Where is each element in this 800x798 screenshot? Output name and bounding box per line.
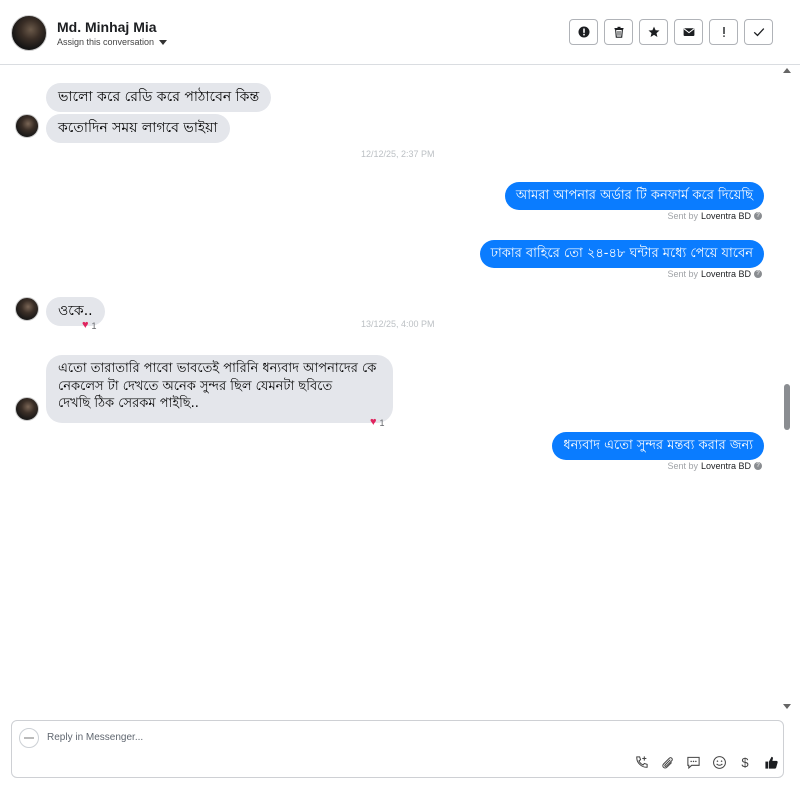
follow-up-button[interactable]: [709, 19, 738, 45]
message-line: এতো তারাতারি পাবো ভাবতেই পারিনি ধন্যবাদ …: [58, 361, 377, 376]
incoming-message: ভালো করে রেডি করে পাঠাবেন কিন্ত: [46, 83, 272, 112]
incoming-message-multiline: এতো তারাতারি পাবো ভাবতেই পারিনি ধন্যবাদ …: [46, 355, 393, 423]
message-thread: ভালো করে রেডি করে পাঠাবেন কিন্ত কতোদিন স…: [0, 66, 784, 486]
info-icon[interactable]: ?: [754, 270, 762, 278]
message-line: দেখছি ঠিক সেরকম পাইছি..: [58, 396, 199, 412]
composer-tools: $: [632, 753, 780, 771]
sender-name: Loventra BD: [700, 211, 751, 221]
outgoing-message: ঢাকার বাহিরে তো ২৪-৪৮ ঘন্টার মধ্যে পেয়ে…: [479, 240, 764, 268]
incoming-message: কতোদিন সময় লাগবে ভাইয়া: [46, 114, 230, 143]
sent-by-prefix: Sent by: [667, 269, 698, 279]
envelope-icon: [683, 28, 694, 36]
heart-icon: ♥: [82, 319, 89, 331]
payment-icon[interactable]: $: [736, 753, 754, 771]
scroll-down-arrow[interactable]: [783, 704, 791, 709]
delete-button[interactable]: [604, 19, 633, 45]
trash-icon: [614, 26, 623, 38]
assign-conversation-dropdown[interactable]: Assign this conversation: [57, 37, 168, 47]
message-reaction[interactable]: ♥ 1: [370, 417, 385, 428]
reply-composer[interactable]: Reply in Messenger... $: [11, 720, 784, 778]
star-button[interactable]: [639, 19, 668, 45]
checkmark-icon: [753, 28, 764, 37]
message-timestamp: 13/12/25, 4:00 PM: [361, 319, 435, 329]
outgoing-message: ধন্যবাদ এতো সুন্দর মন্তব্য করার জন্য: [552, 432, 764, 460]
sent-by-label: Sent by Loventra BD ?: [667, 269, 762, 279]
reaction-count: 1: [91, 320, 97, 331]
info-icon[interactable]: ?: [754, 212, 762, 220]
chevron-down-icon: [159, 39, 168, 45]
mark-unread-button[interactable]: [674, 19, 703, 45]
conversation-header: Md. Minhaj Mia Assign this conversation: [0, 0, 800, 65]
heart-icon: ♥: [370, 416, 377, 428]
exclamation-icon: [722, 27, 725, 37]
info-icon[interactable]: ?: [754, 462, 762, 470]
message-timestamp: 12/12/25, 2:37 PM: [361, 149, 435, 159]
scroll-thumb[interactable]: [784, 384, 790, 430]
sent-by-label: Sent by Loventra BD ?: [667, 211, 762, 221]
attachment-icon[interactable]: [658, 753, 676, 771]
contact-avatar-small: [15, 397, 39, 421]
saved-reply-icon[interactable]: [684, 753, 702, 771]
contact-avatar-small: [15, 114, 39, 138]
reaction-count: 1: [379, 417, 385, 428]
emoji-icon[interactable]: [710, 753, 728, 771]
mark-done-button[interactable]: [744, 19, 773, 45]
contact-name[interactable]: Md. Minhaj Mia: [57, 19, 157, 35]
conversation-actions: [569, 19, 773, 45]
contact-avatar[interactable]: [11, 15, 47, 51]
assign-label: Assign this conversation: [57, 37, 155, 47]
sender-name: Loventra BD: [700, 461, 751, 471]
sender-name: Loventra BD: [700, 269, 751, 279]
scroll-up-arrow[interactable]: [783, 68, 791, 73]
sent-by-prefix: Sent by: [667, 211, 698, 221]
outgoing-message: আমরা আপনার অর্ডার টি কনফার্ম করে দিয়েছি: [504, 182, 764, 210]
thread-scrollbar[interactable]: [782, 66, 792, 711]
reply-input[interactable]: Reply in Messenger...: [47, 732, 143, 743]
sent-by-label: Sent by Loventra BD ?: [667, 461, 762, 471]
contact-avatar-small: [15, 297, 39, 321]
star-icon: [648, 26, 659, 37]
page-logo: [19, 728, 39, 748]
spam-button[interactable]: [569, 19, 598, 45]
alert-circle-icon: [578, 26, 589, 38]
call-icon[interactable]: [632, 753, 650, 771]
like-icon[interactable]: [762, 753, 780, 771]
message-line: নেকলেস টা দেখতে অনেক সুন্দর ছিল যেমনটা ছ…: [58, 378, 333, 394]
sent-by-prefix: Sent by: [667, 461, 698, 471]
message-reaction[interactable]: ♥ 1: [82, 320, 97, 331]
